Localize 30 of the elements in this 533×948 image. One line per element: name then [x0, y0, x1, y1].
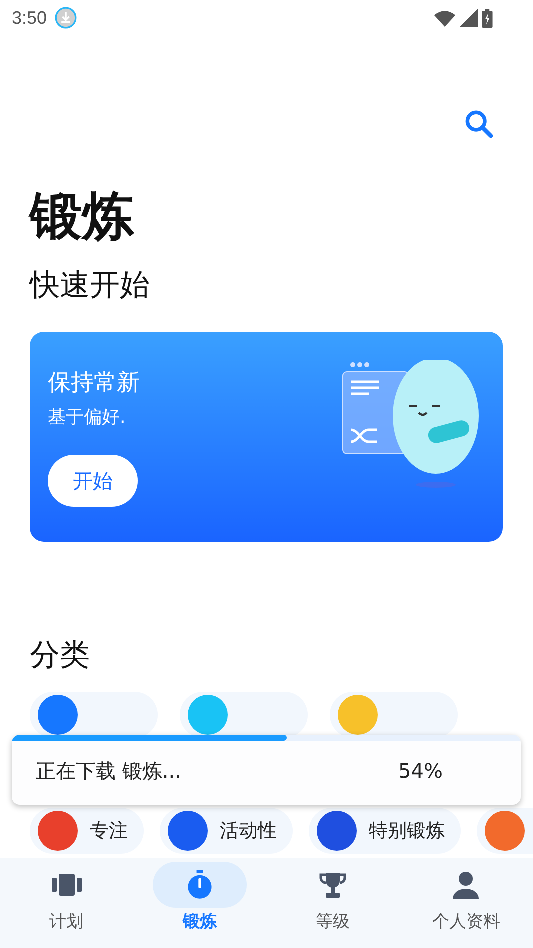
plan-icon	[52, 874, 82, 896]
category-label: 活动性	[220, 819, 277, 844]
nav-tab[interactable]: 个人资料	[406, 862, 526, 933]
download-percent: 54%	[398, 759, 443, 783]
category-chip[interactable]: 特别锻炼	[309, 808, 461, 854]
section-heading: 快速开始	[30, 267, 151, 305]
category-chip[interactable]: 专注	[30, 808, 144, 854]
quick-start-card[interactable]: 保持常新 基于偏好. 开始	[30, 332, 503, 542]
category-label: 专注	[90, 819, 128, 844]
section-heading: 分类	[30, 637, 91, 675]
status-time: 3:50	[12, 8, 48, 28]
category-chip[interactable]	[180, 692, 308, 738]
person-icon	[452, 871, 480, 899]
card-subtitle: 基于偏好.	[48, 406, 126, 430]
card-title: 保持常新	[48, 369, 140, 398]
page-title: 锻炼	[30, 186, 136, 249]
download-status: 正在下载 锻炼...	[36, 758, 182, 784]
download-icon	[55, 7, 78, 29]
category-chip[interactable]	[30, 692, 158, 738]
category-chip[interactable]	[330, 692, 458, 738]
wifi-icon	[434, 10, 456, 26]
nav-tab[interactable]: 计划	[6, 862, 127, 933]
battery-icon	[482, 8, 493, 28]
signal-icon	[460, 9, 478, 27]
timer-icon	[186, 870, 213, 900]
category-label: 特别锻炼	[369, 819, 445, 844]
category-chip[interactable]: 活动性	[160, 808, 293, 854]
nav-tab[interactable]: 等级	[273, 862, 394, 933]
start-button[interactable]: 开始	[48, 455, 138, 507]
trophy-icon	[319, 871, 348, 899]
